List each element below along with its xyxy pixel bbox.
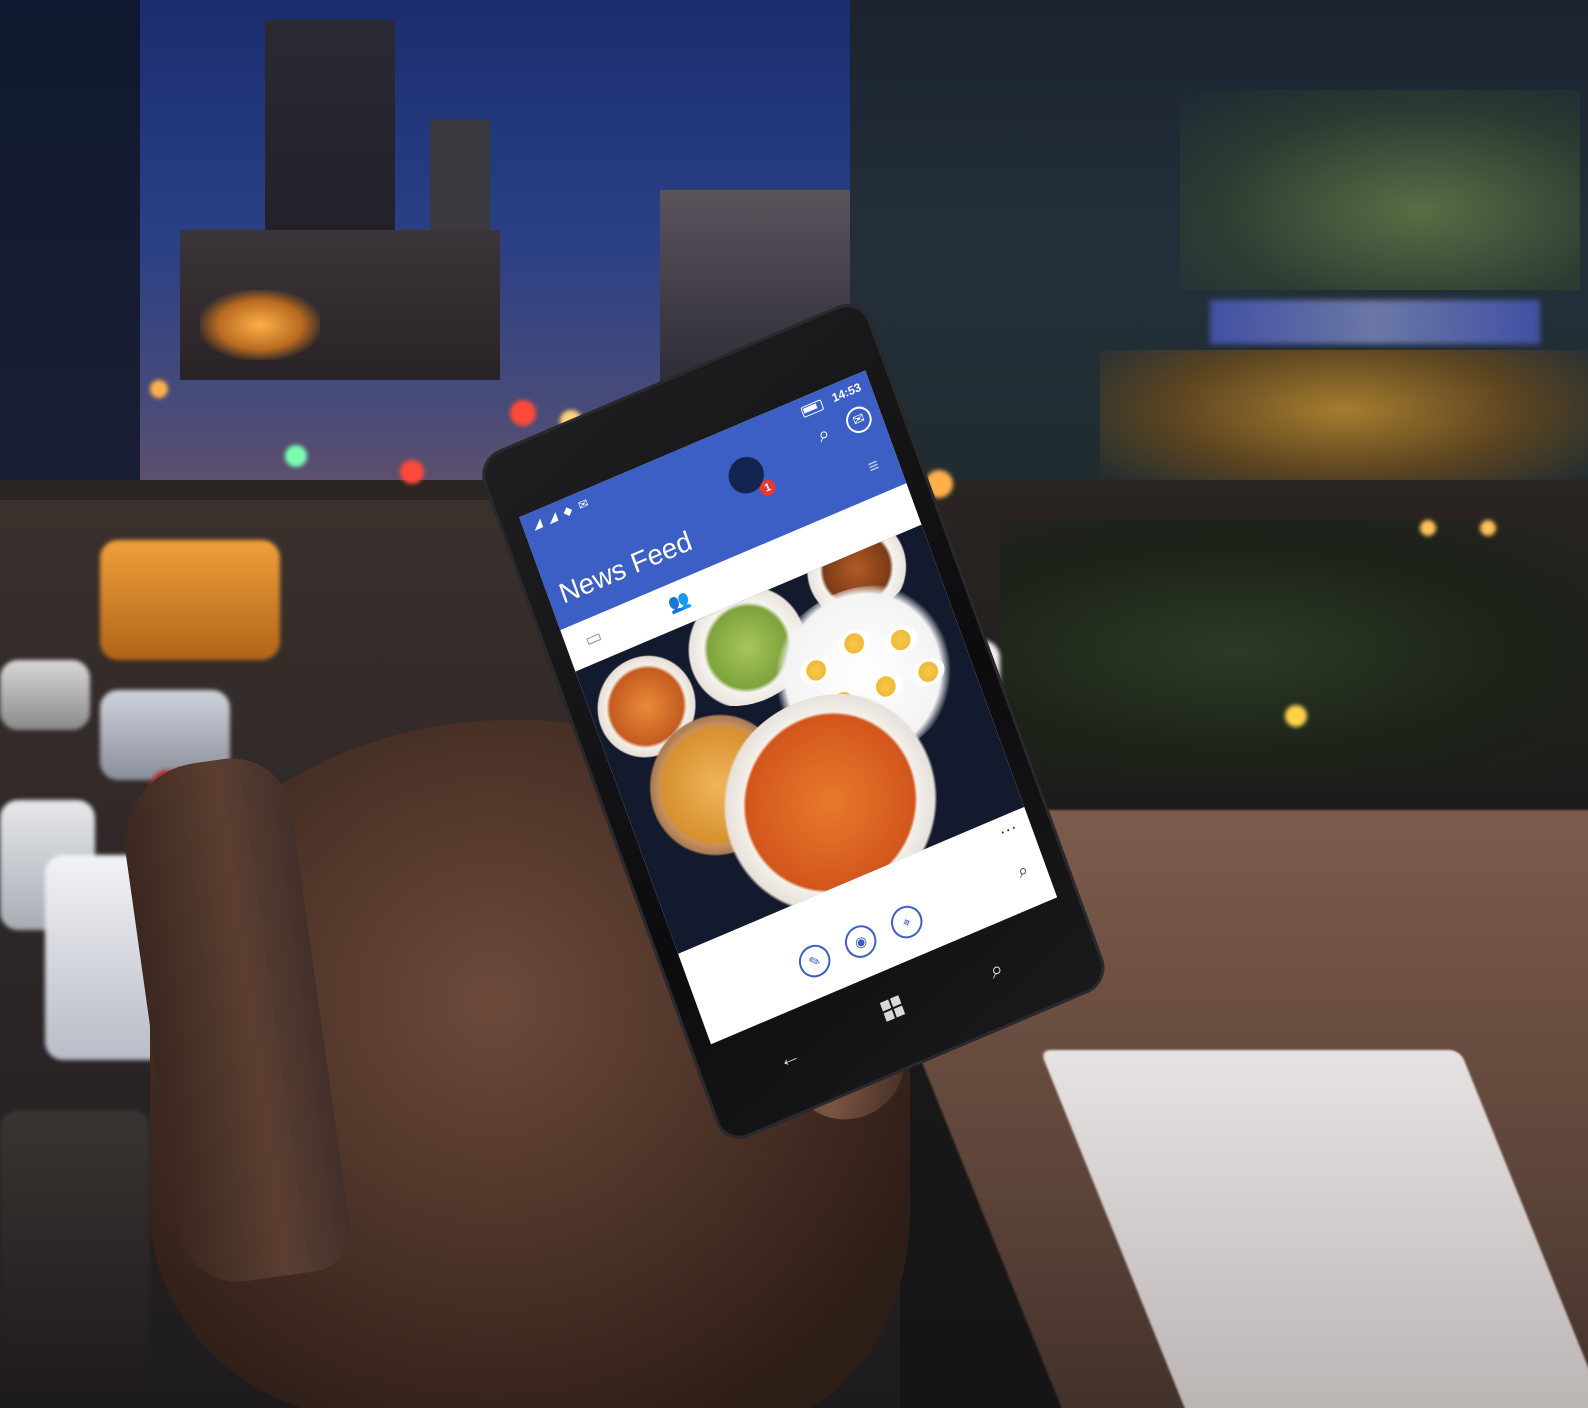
egg (834, 624, 875, 663)
mall-light-strip (1210, 300, 1540, 344)
search-icon[interactable]: ⌕ (807, 417, 840, 452)
bokeh-light (510, 400, 536, 426)
battery-icon (800, 399, 825, 419)
signal-icons: ◢ ◢ ◆ ✉ (530, 494, 593, 533)
camera-icon[interactable]: ◉ (840, 920, 881, 963)
building (0, 0, 140, 560)
bokeh-light (1480, 520, 1496, 536)
smartphone: ◢ ◢ ◆ ✉ 14:53 1 ⌕ ✉ ≡ News Feed ▭ 👥 ··· … (225, 295, 1112, 1230)
search-icon[interactable]: ⌕ (1015, 859, 1031, 883)
status-icon[interactable]: ✎ (794, 939, 835, 983)
windows-icon[interactable] (879, 995, 907, 1027)
egg (908, 652, 949, 691)
bokeh-light (150, 380, 168, 398)
egg (796, 651, 837, 690)
friends-icon[interactable]: 👥 (665, 588, 693, 617)
feed-icon[interactable]: ▭ (582, 625, 605, 651)
car (0, 1110, 150, 1408)
trees (1000, 520, 1588, 780)
bokeh-light (1285, 705, 1307, 727)
checkin-icon[interactable]: ⌖ (886, 900, 927, 944)
mall-glass-facade (1180, 90, 1580, 290)
search-icon[interactable]: ⌕ (986, 955, 1006, 984)
back-icon[interactable]: ← (775, 1041, 804, 1074)
more-icon[interactable]: ··· (996, 816, 1020, 843)
menu-icon[interactable]: ≡ (857, 448, 890, 483)
photo-scene: ◢ ◢ ◆ ✉ 14:53 1 ⌕ ✉ ≡ News Feed ▭ 👥 ··· … (0, 0, 1588, 1408)
mall-storefront-lights (1100, 350, 1588, 500)
bokeh-light (1420, 520, 1436, 536)
egg (880, 621, 921, 659)
lit-sign (200, 290, 320, 360)
messenger-icon[interactable]: ✉ (842, 402, 876, 438)
status-time: 14:53 (829, 379, 863, 406)
car (0, 660, 90, 730)
